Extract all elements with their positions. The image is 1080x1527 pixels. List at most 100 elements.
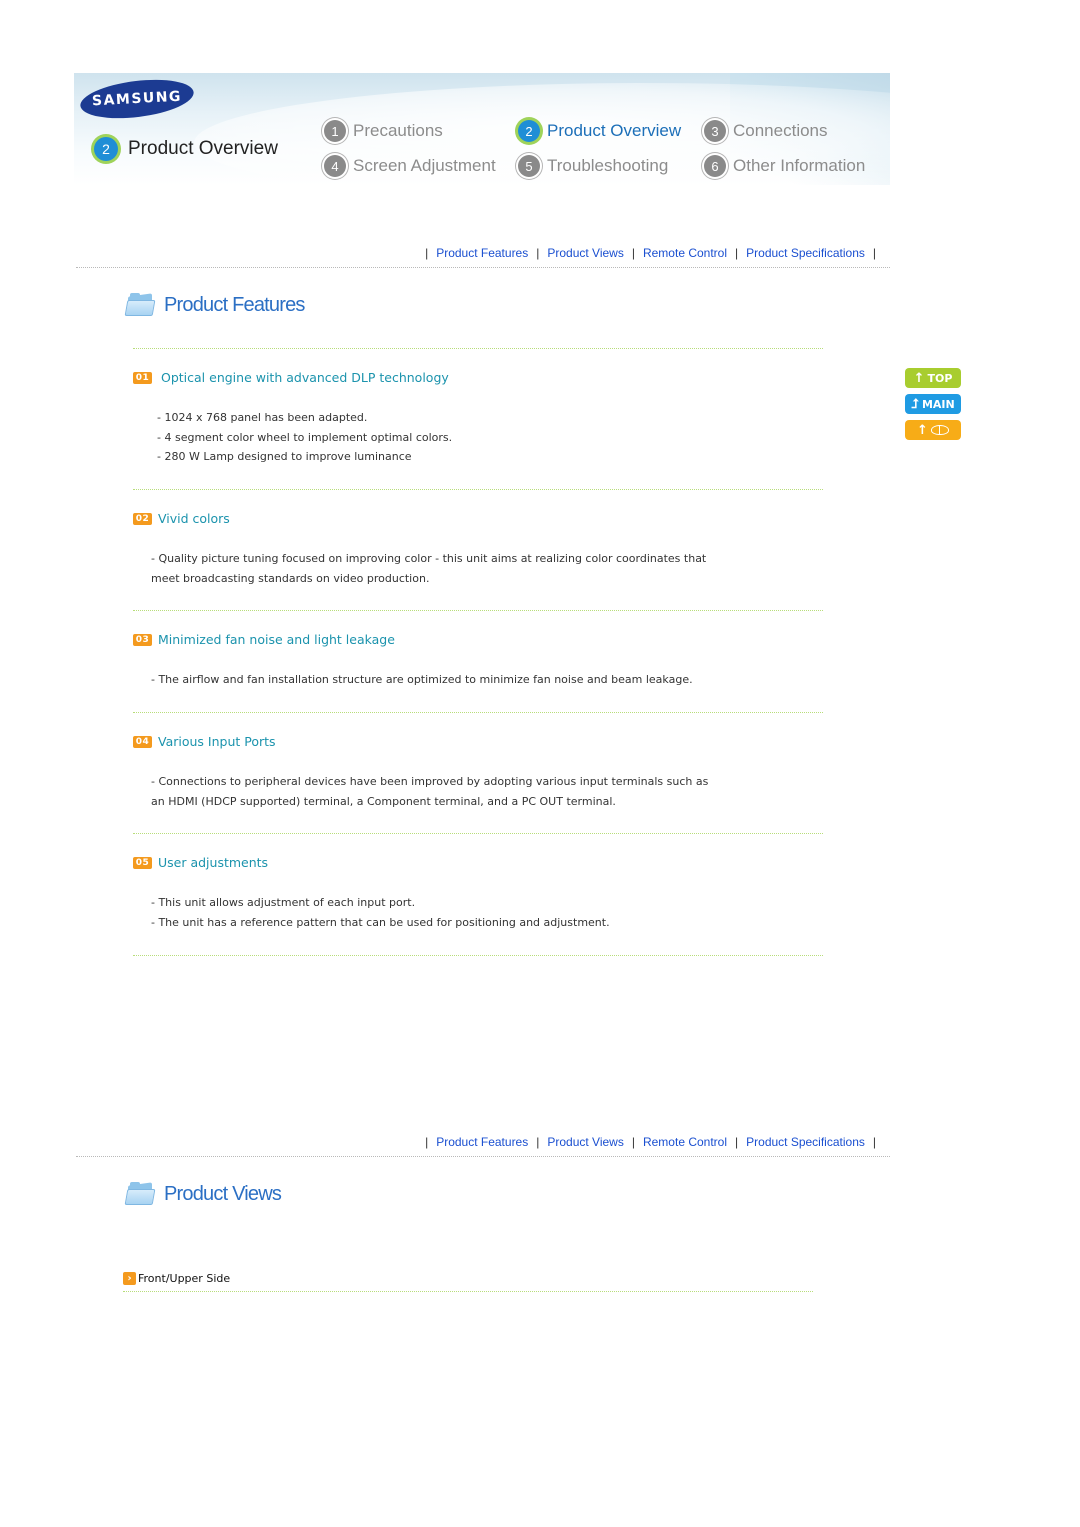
separator: | [536, 1135, 540, 1149]
section-nav-top: | Product Features | Product Views | Rem… [76, 241, 890, 265]
chapter-number-icon: 4 [324, 155, 346, 177]
feature-title: Various Input Ports [158, 734, 276, 749]
arrow-turn-up-icon: ⮥ [911, 396, 919, 412]
main-button[interactable]: ⮥ MAIN [905, 394, 961, 414]
separator: | [425, 246, 429, 260]
arrow-up-icon: ↑ [917, 422, 928, 438]
divider [133, 712, 823, 713]
arrow-up-icon: ↑ [913, 370, 925, 386]
chapter-number-icon: 3 [704, 120, 726, 142]
nav-link-product-views[interactable]: Product Views [547, 246, 623, 260]
folder-icon [124, 1182, 156, 1206]
divider [133, 955, 823, 956]
feature-line: meet broadcasting standards on video pro… [151, 571, 430, 585]
separator: | [631, 1135, 635, 1149]
feature-description: - The airflow and fan installation struc… [151, 670, 751, 690]
divider [133, 489, 823, 490]
back-to-index-button[interactable]: ↑ [905, 420, 961, 440]
feature-line: - Connections to peripheral devices have… [151, 775, 709, 788]
feature-description: - This unit allows adjustment of each in… [151, 893, 751, 932]
chapter-label: Precautions [353, 121, 443, 140]
nav-link-product-specifications[interactable]: Product Specifications [746, 246, 865, 260]
feature-line: an HDMI (HDCP supported) terminal, a Com… [151, 794, 616, 808]
feature-description: - Quality picture tuning focused on impr… [151, 549, 751, 588]
feature-title: User adjustments [158, 855, 269, 870]
chapter-label: Screen Adjustment [353, 156, 496, 175]
separator: | [425, 1135, 429, 1149]
divider [133, 610, 823, 611]
folder-icon [124, 293, 156, 317]
view-item-front-upper-side: › Front/Upper Side [123, 1272, 230, 1285]
chevron-right-icon: › [123, 1272, 136, 1285]
feature-heading: 04 Various Input Ports [133, 734, 276, 749]
feature-title: Optical engine with advanced DLP technol… [161, 370, 449, 385]
chapter-label: Connections [733, 121, 828, 140]
chapter-number-icon: 6 [704, 155, 726, 177]
feature-line: - 4 segment color wheel to implement opt… [157, 430, 453, 444]
chapter-number-icon: 1 [324, 120, 346, 142]
feature-line: - The unit has a reference pattern that … [151, 915, 610, 929]
section-title-text: Product Features [164, 293, 305, 316]
section-nav-bottom: | Product Features | Product Views | Rem… [76, 1130, 890, 1154]
chapter-label: Troubleshooting [547, 156, 669, 175]
nav-link-product-features[interactable]: Product Features [436, 246, 528, 260]
top-button[interactable]: ↑ TOP [905, 368, 961, 388]
number-badge: 04 [133, 735, 152, 748]
current-chapter-title: 2 Product Overview [94, 137, 278, 161]
nav-link-product-specifications[interactable]: Product Specifications [746, 1135, 865, 1149]
main-button-label: MAIN [921, 397, 955, 411]
section-title-text: Product Views [164, 1182, 282, 1205]
feature-heading: 03 Minimized fan noise and light leakage [133, 632, 395, 647]
section-title-product-features: Product Features [124, 293, 305, 317]
divider [133, 348, 823, 349]
number-badge: 02 [133, 512, 152, 525]
number-badge: 01 [133, 371, 152, 384]
section-title-product-views: Product Views [124, 1182, 282, 1206]
nav-link-product-features[interactable]: Product Features [436, 1135, 528, 1149]
feature-title: Minimized fan noise and light leakage [158, 632, 395, 647]
nav-link-product-views[interactable]: Product Views [547, 1135, 623, 1149]
header-banner: SAMSUNG 2 Product Overview 1 Precautions… [74, 73, 890, 185]
separator: | [872, 246, 876, 260]
feature-title: Vivid colors [158, 511, 230, 526]
feature-line: - 280 W Lamp designed to improve luminan… [157, 450, 412, 463]
current-chapter-label: Product Overview [128, 138, 278, 159]
feature-line: - 1024 x 768 panel has been adapted. [157, 411, 368, 424]
nav-link-remote-control[interactable]: Remote Control [643, 1135, 727, 1149]
divider [133, 833, 823, 834]
divider [123, 1291, 813, 1292]
feature-line: - This unit allows adjustment of each in… [151, 896, 416, 909]
number-badge: 05 [133, 856, 152, 869]
chapter-link-troubleshooting[interactable]: 5 Troubleshooting [518, 155, 668, 177]
chapter-number-icon: 5 [518, 155, 540, 177]
chapter-link-connections[interactable]: 3 Connections [704, 120, 828, 142]
samsung-logo: SAMSUNG [78, 74, 196, 124]
number-badge: 03 [133, 633, 152, 646]
nav-link-remote-control[interactable]: Remote Control [643, 246, 727, 260]
separator: | [735, 246, 739, 260]
divider [76, 267, 890, 268]
chapter-number-icon: 2 [94, 137, 118, 161]
chapter-link-precautions[interactable]: 1 Precautions [324, 120, 443, 142]
separator: | [872, 1135, 876, 1149]
feature-heading: 05 User adjustments [133, 855, 268, 870]
feature-line: - Quality picture tuning focused on impr… [151, 552, 707, 565]
chapter-link-other-information[interactable]: 6 Other Information [704, 155, 865, 177]
divider [76, 1156, 890, 1157]
chapter-link-screen-adjustment[interactable]: 4 Screen Adjustment [324, 155, 496, 177]
book-icon [930, 425, 949, 435]
chapter-link-product-overview[interactable]: 2 Product Overview [518, 120, 681, 142]
chapter-number-icon: 2 [518, 120, 540, 142]
separator: | [735, 1135, 739, 1149]
view-item-label: Front/Upper Side [138, 1272, 231, 1285]
chapter-label: Other Information [733, 156, 866, 175]
separator: | [631, 246, 635, 260]
feature-description: - Connections to peripheral devices have… [151, 772, 751, 811]
feature-heading: 02 Vivid colors [133, 511, 230, 526]
top-button-label: TOP [927, 371, 953, 385]
chapter-label: Product Overview [547, 121, 682, 140]
separator: | [536, 246, 540, 260]
feature-line: - The airflow and fan installation struc… [151, 673, 693, 686]
feature-description: - 1024 x 768 panel has been adapted. - 4… [157, 408, 757, 467]
feature-heading: 01 Optical engine with advanced DLP tech… [133, 370, 449, 385]
